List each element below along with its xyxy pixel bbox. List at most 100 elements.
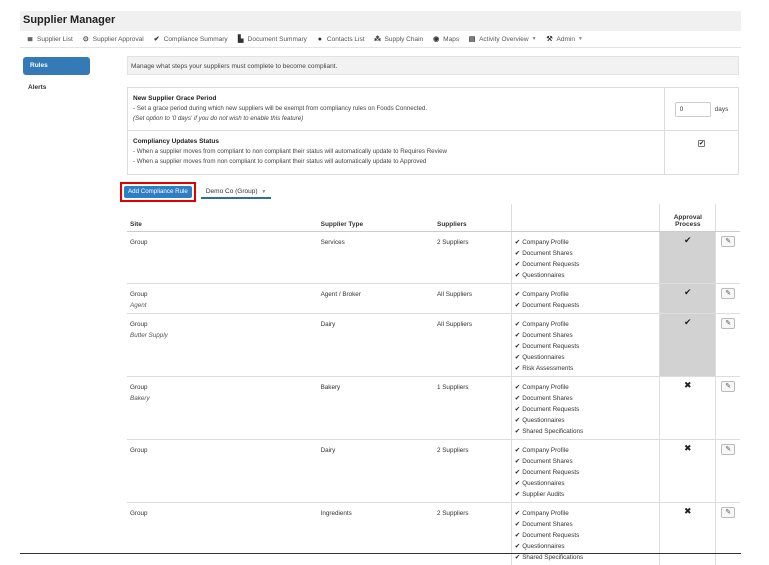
check-icon: ✔ (514, 238, 521, 246)
intro-text: Manage what steps your suppliers must co… (127, 56, 739, 75)
status-update-line2: - When a supplier moves from non complia… (133, 158, 427, 165)
nav-label: Supply Chain (384, 35, 424, 43)
nav-label: Admin (556, 35, 575, 43)
sidebar-item-rules[interactable]: Rules (23, 57, 90, 75)
cell-edit: ✎ (715, 376, 740, 440)
cell-approval: ✔ (659, 231, 716, 284)
cell-suppliers: All Suppliers (433, 313, 512, 377)
check-icon: ✔ (514, 290, 521, 298)
site-name: Group (130, 509, 148, 517)
main-content: Manage what steps your suppliers must co… (120, 56, 740, 565)
nav-label: Document Summary (247, 35, 307, 43)
edit-icon[interactable]: ✎ (721, 380, 736, 392)
nav-item-activity-overview[interactable]: ▤ Activity Overview ▼ (468, 35, 537, 44)
check-icon: ✔ (514, 249, 521, 257)
edit-icon[interactable]: ✎ (721, 443, 736, 455)
requirement-label: Document Shares (522, 457, 573, 465)
cell-edit: ✎ (715, 231, 740, 284)
cross-icon: ✖ (684, 505, 692, 516)
requirement-item: ✔ Shared Specifications (515, 426, 656, 437)
grace-days-input[interactable] (674, 101, 711, 117)
status-update-title: Compliancy Updates Status (133, 138, 219, 145)
nav-item-maps[interactable]: ◉ Maps (432, 35, 459, 44)
cell-suppliers: 2 Suppliers (433, 231, 512, 284)
check-icon: ✔ (514, 342, 521, 350)
requirement-label: Document Requests (522, 468, 580, 476)
check-icon: ✔ (514, 383, 521, 391)
site-name: Group (130, 320, 148, 328)
requirement-label: Company Profile (522, 383, 569, 391)
table-row: Group Dairy 2 Suppliers ✔ Company Profile ✔ Do… (127, 439, 740, 503)
check-icon: ✔ (514, 479, 521, 487)
table-row: Group Bakery Bakery 1 Suppliers ✔ Company Pro… (127, 376, 740, 440)
check-icon: ✔ (684, 286, 692, 297)
cell-site: Group (127, 502, 318, 565)
cell-requirements: ✔ Company Profile ✔ Document Shares ✔ Documen… (510, 313, 660, 377)
status-update-row: Compliancy Updates Status - When a suppl… (128, 131, 738, 174)
requirement-item: ✔ Document Shares (515, 248, 656, 259)
calendar-icon: ▤ (468, 36, 476, 43)
nav-item-document-summary[interactable]: ▙ Document Summary (237, 35, 307, 44)
check-icon: ✔ (514, 405, 521, 413)
requirement-item: ✔ Company Profile (515, 445, 656, 456)
cell-site: Group Bakery (127, 376, 318, 440)
requirement-item: ✔ Questionnaires (515, 270, 656, 281)
check-icon: ✔ (514, 320, 521, 328)
grace-period-title: New Supplier Grace Period (133, 95, 217, 102)
requirement-item: ✔ Company Profile (515, 237, 656, 248)
check-icon: ✔ (514, 446, 521, 454)
grace-period-row: New Supplier Grace Period - Set a grace … (128, 88, 738, 131)
check-icon: ✔ (153, 36, 160, 43)
nav-item-supplier-approval[interactable]: ⊙ Supplier Approval (82, 35, 144, 44)
requirement-label: Questionnaires (522, 353, 565, 361)
cell-site: Group (127, 231, 318, 284)
document-icon: ▙ (237, 36, 244, 43)
requirement-label: Document Shares (522, 249, 573, 257)
cell-supplier-type: Dairy (317, 439, 434, 503)
requirement-item: ✔ Questionnaires (515, 478, 656, 489)
edit-icon[interactable]: ✎ (721, 235, 736, 247)
chevron-down-icon: ▼ (577, 36, 583, 42)
grace-period-desc: - Set a grace period during which new su… (133, 105, 428, 112)
requirement-label: Document Requests (522, 531, 580, 539)
requirement-label: Document Requests (522, 342, 580, 350)
requirement-item: ✔ Document Shares (515, 393, 656, 404)
nav-label: Supplier Approval (92, 35, 144, 43)
cell-site: Group (127, 439, 318, 503)
site-name: Group (130, 290, 148, 298)
company-dropdown[interactable]: Demo Co (Group) ▼ (200, 185, 272, 199)
edit-icon[interactable]: ✎ (721, 506, 736, 518)
requirement-item: ✔ Company Profile (515, 382, 656, 393)
cell-requirements: ✔ Company Profile ✔ Document Shares ✔ Documen… (510, 231, 660, 284)
cell-edit: ✎ (715, 313, 740, 377)
app-title: Supplier Manager (23, 14, 116, 26)
nav-item-supply-chain[interactable]: ⁂ Supply Chain (374, 35, 424, 44)
site-sub: Butter Supply (130, 331, 168, 339)
sidebar-item-alerts[interactable]: Alerts (23, 80, 90, 96)
nav-item-supplier-list[interactable]: ≣ Supplier List (26, 35, 73, 44)
cell-edit: ✎ (715, 502, 740, 565)
site-name: Group (130, 238, 148, 246)
edit-icon[interactable]: ✎ (721, 287, 736, 299)
divider (20, 553, 741, 554)
check-icon: ✔ (514, 468, 521, 476)
requirement-label: Document Shares (522, 394, 573, 402)
table-row: Group Butter Supply Dairy All Suppliers ✔ Com… (127, 313, 740, 377)
requirement-label: Company Profile (522, 446, 569, 454)
requirement-item: ✔ Supplier Audits (515, 489, 656, 500)
status-update-checkbox[interactable]: ✔ (698, 140, 705, 147)
nav-item-compliance-summary[interactable]: ✔ Compliance Summary (153, 35, 228, 44)
nav-item-contacts-list[interactable]: ● Contacts List (316, 36, 365, 43)
sitemap-icon: ⁂ (374, 36, 381, 43)
cross-icon: ✖ (684, 379, 692, 390)
nav-label: Supplier List (37, 35, 73, 43)
add-compliance-rule-button[interactable]: Add Compliance Rule (124, 186, 192, 198)
requirement-item: ✔ Questionnaires (515, 352, 656, 363)
requirement-item: ✔ Document Requests (515, 404, 656, 415)
rules-table: Site Supplier Type Suppliers Approval Pr… (127, 204, 740, 565)
cell-suppliers: 2 Suppliers (433, 502, 512, 565)
check-icon: ✔ (514, 353, 521, 361)
edit-icon[interactable]: ✎ (721, 317, 736, 329)
nav-item-admin[interactable]: ⚒ Admin ▼ (546, 35, 583, 44)
cell-approval: ✔ (659, 313, 716, 377)
